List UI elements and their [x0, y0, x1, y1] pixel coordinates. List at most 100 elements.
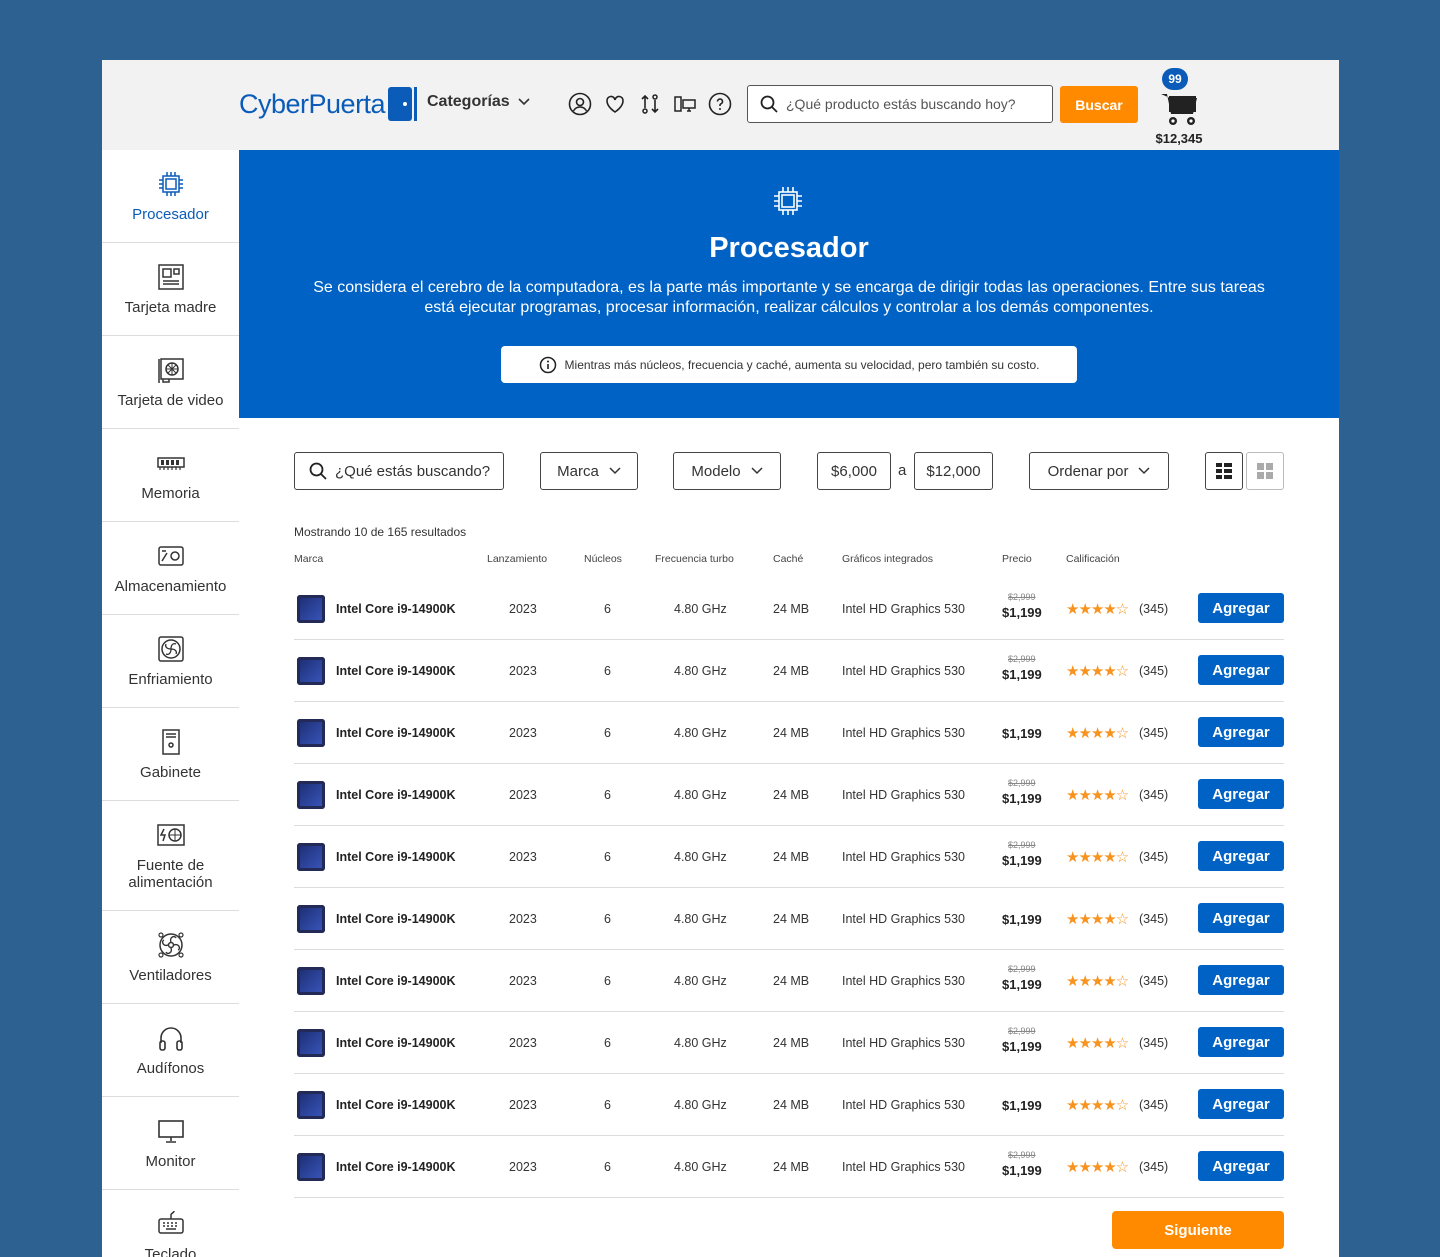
cell-cache: 24 MB: [773, 850, 810, 864]
cpu-box-image[interactable]: [297, 1029, 325, 1057]
cpu-box-image[interactable]: [297, 719, 325, 747]
list-view-icon: [1216, 463, 1232, 479]
cell-frequency: 4.80 GHz: [674, 602, 727, 616]
categories-label: Categorías: [427, 93, 510, 110]
add-to-cart-button[interactable]: Agregar: [1198, 903, 1284, 933]
table-row: Intel Core i9-14900K 2023 6 4.80 GHz 24 MB In…: [294, 1136, 1284, 1198]
storage-icon: [157, 546, 184, 566]
cpu-icon: [158, 172, 183, 196]
price-max-field[interactable]: $12,000: [914, 452, 993, 490]
header-search-input[interactable]: [786, 96, 1046, 112]
product-name[interactable]: Intel Core i9-14900K: [336, 1098, 456, 1112]
motherboard-icon: [157, 264, 184, 290]
table-row: Intel Core i9-14900K 2023 6 4.80 GHz 24 MB In…: [294, 950, 1284, 1012]
star-rating: ★★★★☆: [1066, 601, 1129, 618]
sidebar-item-teclado[interactable]: Teclado: [102, 1190, 239, 1257]
cpu-box-image[interactable]: [297, 595, 325, 623]
sidebar-item-gabinete[interactable]: Gabinete: [102, 708, 239, 801]
star-rating: ★★★★☆: [1066, 787, 1129, 804]
product-name[interactable]: Intel Core i9-14900K: [336, 850, 456, 864]
product-search-box[interactable]: ¿Qué estás buscando?: [294, 452, 504, 490]
add-to-cart-button[interactable]: Agregar: [1198, 655, 1284, 685]
model-select[interactable]: Modelo: [673, 452, 781, 490]
cyberpuerta-logo[interactable]: CyberPuerta: [239, 84, 418, 124]
cell-graphics: Intel HD Graphics 530: [842, 664, 965, 678]
cpu-box-image[interactable]: [297, 905, 325, 933]
cell-cache: 24 MB: [773, 1098, 810, 1112]
sort-select[interactable]: Ordenar por: [1029, 452, 1169, 490]
sidebar-item-almacenamiento[interactable]: Almacenamiento: [102, 522, 239, 615]
devices-icon[interactable]: [673, 92, 697, 116]
cell-year: 2023: [509, 912, 537, 926]
sidebar-item-memoria[interactable]: Memoria: [102, 429, 239, 522]
current-price: $1,199: [1002, 1098, 1042, 1113]
sidebar-item-enfriamiento[interactable]: Enfriamiento: [102, 615, 239, 708]
categories-dropdown[interactable]: Categorías: [427, 93, 530, 111]
list-view-button[interactable]: [1205, 452, 1243, 490]
cart[interactable]: 99 $12,345: [1155, 68, 1203, 150]
user-icon[interactable]: [568, 92, 592, 116]
add-to-cart-button[interactable]: Agregar: [1198, 841, 1284, 871]
add-to-cart-button[interactable]: Agregar: [1198, 717, 1284, 747]
heart-icon[interactable]: [603, 92, 627, 116]
product-name[interactable]: Intel Core i9-14900K: [336, 664, 456, 678]
cpu-box-image[interactable]: [297, 967, 325, 995]
product-search-placeholder: ¿Qué estás buscando?: [335, 462, 491, 480]
old-price: $2,999: [1008, 1150, 1036, 1160]
product-name[interactable]: Intel Core i9-14900K: [336, 788, 456, 802]
cell-frequency: 4.80 GHz: [674, 788, 727, 802]
brand-select[interactable]: Marca: [540, 452, 638, 490]
header-search-box[interactable]: [747, 85, 1053, 123]
column-frequency: Frecuencia turbo: [655, 553, 734, 565]
cpu-box-image[interactable]: [297, 781, 325, 809]
search-button[interactable]: Buscar: [1060, 86, 1138, 123]
old-price: $2,999: [1008, 964, 1036, 974]
product-name[interactable]: Intel Core i9-14900K: [336, 912, 456, 926]
sidebar-item-monitor[interactable]: Monitor: [102, 1097, 239, 1190]
add-to-cart-button[interactable]: Agregar: [1198, 1151, 1284, 1181]
current-price: $1,199: [1002, 791, 1042, 806]
column-rating: Calificación: [1066, 553, 1120, 565]
sidebar-item-procesador[interactable]: Procesador: [102, 150, 239, 243]
next-page-button[interactable]: Siguiente: [1112, 1211, 1284, 1249]
help-icon[interactable]: [708, 92, 732, 116]
table-row: Intel Core i9-14900K 2023 6 4.80 GHz 24 MB In…: [294, 888, 1284, 950]
add-to-cart-button[interactable]: Agregar: [1198, 1089, 1284, 1119]
cart-total: $12,345: [1155, 131, 1203, 146]
cell-cache: 24 MB: [773, 726, 810, 740]
add-to-cart-button[interactable]: Agregar: [1198, 779, 1284, 809]
sidebar-item-label: Tarjeta de video: [117, 392, 224, 409]
add-to-cart-button[interactable]: Agregar: [1198, 593, 1284, 623]
column-cores: Núcleos: [584, 553, 622, 565]
sidebar-item-fuente-de-alimentacion[interactable]: Fuente de alimentación: [102, 801, 239, 911]
sidebar-item-tarjeta-madre[interactable]: Tarjeta madre: [102, 243, 239, 336]
product-name[interactable]: Intel Core i9-14900K: [336, 974, 456, 988]
add-to-cart-button[interactable]: Agregar: [1198, 1027, 1284, 1057]
price-min-field[interactable]: $6,000: [817, 452, 891, 490]
cpu-box-image[interactable]: [297, 843, 325, 871]
product-name[interactable]: Intel Core i9-14900K: [336, 726, 456, 740]
sidebar-item-audifonos[interactable]: Audífonos: [102, 1004, 239, 1097]
current-price: $1,199: [1002, 667, 1042, 682]
cell-cache: 24 MB: [773, 788, 810, 802]
cpu-box-image[interactable]: [297, 657, 325, 685]
grid-view-button[interactable]: [1246, 452, 1284, 490]
cell-frequency: 4.80 GHz: [674, 1036, 727, 1050]
cpu-box-image[interactable]: [297, 1153, 325, 1181]
current-price: $1,199: [1002, 605, 1042, 620]
logo-bar: [414, 87, 418, 121]
column-year: Lanzamiento: [487, 553, 548, 565]
add-to-cart-button[interactable]: Agregar: [1198, 965, 1284, 995]
sidebar-item-ventiladores[interactable]: Ventiladores: [102, 911, 239, 1004]
review-count: (345): [1139, 602, 1169, 616]
sidebar-item-label: Fuente de alimentación: [128, 857, 213, 891]
product-name[interactable]: Intel Core i9-14900K: [336, 602, 456, 616]
compare-icon[interactable]: [638, 92, 662, 116]
table-row: Intel Core i9-14900K 2023 6 4.80 GHz 24 MB In…: [294, 1074, 1284, 1136]
product-name[interactable]: Intel Core i9-14900K: [336, 1036, 456, 1050]
cpu-box-image[interactable]: [297, 1091, 325, 1119]
product-name[interactable]: Intel Core i9-14900K: [336, 1160, 456, 1174]
sidebar-item-tarjeta-de-video[interactable]: Tarjeta de video: [102, 336, 239, 429]
review-count: (345): [1139, 1160, 1169, 1174]
sidebar-item-label: Monitor: [145, 1153, 196, 1170]
